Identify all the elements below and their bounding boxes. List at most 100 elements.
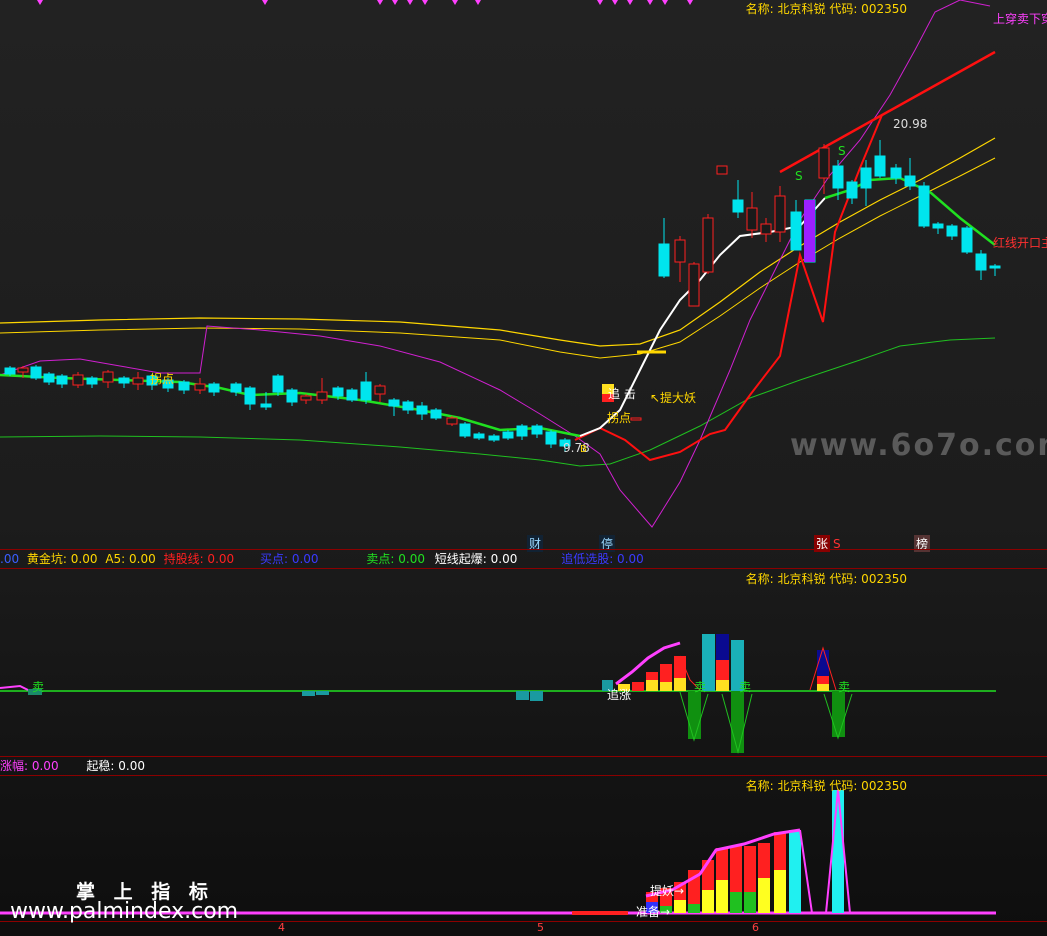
candle-body-27 (402, 401, 414, 411)
mid-yellow-bar-2 (674, 678, 686, 691)
top-tick-5 (422, 0, 428, 5)
mid-down-bar-2 (832, 691, 845, 737)
mid-bar-2 (632, 682, 644, 691)
mid-down-bar-1 (731, 691, 744, 753)
mid-purple-left (0, 684, 29, 691)
upper-band-line-2 (0, 157, 996, 359)
annotation-red-line-open: 红线开口主 (993, 236, 1047, 250)
candle-body-54 (860, 167, 872, 189)
candle-body-17 (260, 403, 272, 408)
candle-body-44 (716, 165, 728, 175)
ind1-item-0: .00 (0, 552, 20, 566)
top-tick-4 (407, 0, 413, 5)
mid-tall-bar-2-red (716, 660, 729, 680)
candle-body-45 (732, 199, 744, 213)
candle-body-22 (332, 387, 344, 397)
indicator-bar-1: .00 黄金坑: 0.00 A5: 0.00 持股线: 0.00 买点: 0.0… (0, 550, 644, 568)
candle-body-23 (346, 389, 358, 401)
candle-body-40 (658, 243, 670, 277)
bottom-bar-11 (832, 790, 844, 913)
candle-body-29 (430, 409, 442, 419)
candle-body-7 (102, 371, 114, 383)
bottom-sub-bar-3 (716, 880, 728, 913)
candle-body-24 (360, 381, 372, 401)
price-chart-canvas (0, 0, 1001, 915)
top-tick-3 (392, 0, 398, 5)
candle-body-31 (459, 423, 471, 437)
top-tick-2 (377, 0, 383, 5)
candle-body-0 (4, 367, 16, 375)
candle-body-49 (790, 211, 802, 251)
candle-body-63 (989, 265, 1001, 269)
mid-neg-bar-2 (516, 691, 529, 700)
candle-body-21 (316, 391, 328, 401)
annotation-turn-point: 拐点 (607, 411, 632, 425)
watermark-site-right: www.6o7o.com (790, 428, 1047, 463)
top-tick-10 (627, 0, 633, 5)
candle-body-35 (516, 425, 528, 437)
mid-sell-b: 卖 (739, 680, 752, 694)
candle-body-59 (932, 223, 944, 229)
candle-body-62 (975, 253, 987, 271)
candle-body-16 (244, 387, 256, 405)
bottom-sub-bar-4 (730, 892, 742, 913)
candle-body-55 (874, 155, 886, 177)
candle-body-12 (178, 381, 190, 391)
candle-body-18 (272, 375, 284, 393)
x-axis-label-5: 5 (537, 921, 544, 934)
bottom-red-strip (572, 911, 628, 915)
candle-body-47 (760, 223, 772, 235)
mid-bar-s-yellow (817, 684, 829, 691)
bottom-prepare: 准备→ (636, 905, 671, 919)
mid-neg-bar-0 (302, 691, 315, 696)
ind1-item-7: 追低选股: 0.00 (561, 552, 644, 566)
candle-body-52 (832, 165, 844, 189)
top-tick-0 (37, 0, 43, 5)
candle-body-43 (702, 217, 714, 273)
candle-body-6 (86, 377, 98, 385)
candle-body-5 (72, 374, 84, 386)
bottom-sub-bar-2 (702, 890, 714, 913)
ind2-item-0: 涨幅: 0.00 (0, 759, 59, 773)
candle-body-46 (746, 207, 758, 231)
candle-body-25 (374, 385, 386, 395)
bottom-sub-bar-5 (744, 892, 756, 913)
signal-b: B (580, 444, 587, 455)
candle-body-48 (774, 195, 786, 233)
x-axis-label-4: 4 (278, 921, 285, 934)
upper-band-line (0, 137, 996, 347)
stock-name-label-bottom: 名称: 北京科锐 代码: 002350 (745, 779, 907, 793)
top-tick-9 (612, 0, 618, 5)
candle-body-60 (946, 225, 958, 237)
mid-sell-c: 卖 (838, 680, 851, 694)
bottom-bar-10 (789, 830, 801, 913)
candle-body-32 (473, 433, 485, 439)
candle-body-58 (918, 185, 930, 227)
candle-body-20 (300, 395, 312, 401)
mid-down-bar-0 (688, 691, 701, 739)
indicator-bar-2: 涨幅: 0.00 起稳: 0.00 (0, 757, 145, 775)
signal-s-2: S (838, 144, 846, 158)
ind2-item-1: 起稳: 0.00 (86, 759, 145, 773)
candle-body-2 (30, 366, 42, 379)
bottom-sub-bar-7 (774, 870, 786, 913)
top-tick-11 (647, 0, 653, 5)
annotation-lift-monster: ↖提大妖 (650, 391, 697, 405)
stock-name-label: 名称: 北京科锐 代码: 002350 (745, 2, 907, 16)
ind1-item-3: 持股线: 0.00 (163, 552, 235, 566)
x-axis-label-6: 6 (752, 921, 759, 934)
candle-body-33 (488, 435, 500, 441)
candle-body-34 (502, 431, 514, 439)
mid-zhui-zhang: 追涨 (607, 688, 632, 702)
ind1-item-5: 卖点: 0.00 (366, 552, 425, 566)
mid-bar-s-red (817, 676, 829, 684)
candle-body-42 (688, 263, 700, 307)
mid-neg-bar-3 (530, 691, 543, 701)
highlight-candle (804, 200, 815, 262)
candle-body-30 (446, 417, 458, 425)
candle-body-19 (286, 389, 298, 403)
candle-body-4 (56, 375, 68, 385)
mid-sell-left: 卖 (32, 680, 45, 694)
ind1-item-1: 黄金坑: 0.00 (26, 552, 98, 566)
mid-yellow-bar-1 (660, 682, 672, 691)
